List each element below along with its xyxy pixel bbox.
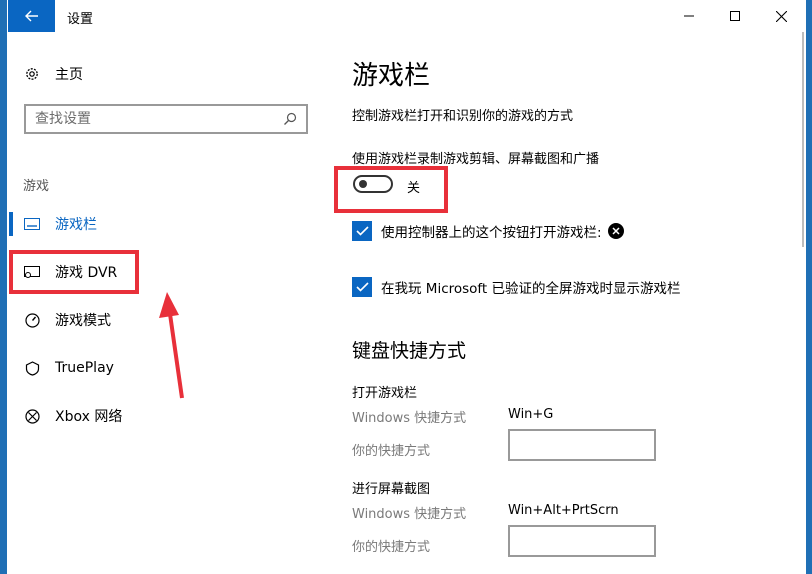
xbox-network-icon <box>23 407 41 425</box>
back-arrow-icon <box>24 10 38 22</box>
record-toggle[interactable] <box>353 175 393 193</box>
custom-shortcut-label: 你的快捷方式 <box>352 444 431 459</box>
title-bar: 设置 <box>7 0 806 32</box>
keyboard-shortcuts-title: 键盘快捷方式 <box>352 340 467 362</box>
gamebar-icon <box>23 215 41 233</box>
back-button[interactable] <box>8 0 55 32</box>
windows-shortcut-value: Win+Alt+PrtScrn <box>508 503 619 518</box>
search-input[interactable] <box>26 105 280 133</box>
close-button[interactable] <box>758 0 804 32</box>
search-box[interactable] <box>24 104 308 134</box>
toggle-knob <box>359 180 367 188</box>
sidebar: 主页 游戏 游戏栏 游戏 DVR 游戏模式 <box>7 32 327 574</box>
checkbox-controller[interactable] <box>352 221 372 241</box>
sidebar-item-label: 游戏 DVR <box>55 265 118 281</box>
page-description: 控制游戏栏打开和识别你的游戏的方式 <box>352 109 574 124</box>
scrollbar[interactable] <box>802 32 804 247</box>
toggle-label: 使用游戏栏录制游戏剪辑、屏幕截图和广播 <box>352 152 600 167</box>
main-content: 游戏栏 控制游戏栏打开和识别你的游戏的方式 使用游戏栏录制游戏剪辑、屏幕截图和广… <box>337 32 797 574</box>
window-title: 设置 <box>67 12 94 27</box>
checkmark-icon <box>355 226 369 236</box>
home-label: 主页 <box>55 67 83 83</box>
custom-shortcut-label: 你的快捷方式 <box>352 540 431 555</box>
sidebar-item-trueplay[interactable]: TruePlay <box>7 356 327 380</box>
section-label: 游戏 <box>23 179 50 194</box>
shortcut-heading: 进行屏幕截图 <box>352 482 431 497</box>
windows-shortcut-label: Windows 快捷方式 <box>352 507 467 522</box>
minimize-button[interactable] <box>666 0 712 32</box>
home-link[interactable]: 主页 <box>23 64 83 84</box>
sidebar-item-label: 游戏模式 <box>55 313 111 329</box>
trueplay-icon <box>23 359 41 377</box>
search-icon[interactable] <box>280 112 300 126</box>
windows-shortcut-label: Windows 快捷方式 <box>352 411 467 426</box>
dvr-icon <box>23 263 41 281</box>
sidebar-item-xbox-network[interactable]: Xbox 网络 <box>7 404 327 428</box>
custom-shortcut-input[interactable] <box>508 525 656 557</box>
windows-shortcut-value: Win+G <box>508 407 554 422</box>
page-title: 游戏栏 <box>352 61 431 91</box>
xbox-button-icon <box>607 223 624 239</box>
sidebar-item-gamemode[interactable]: 游戏模式 <box>7 308 327 332</box>
custom-shortcut-input[interactable] <box>508 429 656 461</box>
sidebar-item-label: 游戏栏 <box>55 217 97 233</box>
checkbox-label: 使用控制器上的这个按钮打开游戏栏: <box>381 225 602 241</box>
sidebar-item-label: TruePlay <box>55 360 114 376</box>
checkbox-row-fullscreen[interactable]: 在我玩 Microsoft 已验证的全屏游戏时显示游戏栏 <box>352 277 681 297</box>
gamemode-icon <box>23 311 41 329</box>
close-icon <box>775 10 787 22</box>
maximize-icon <box>730 11 740 21</box>
minimize-icon <box>684 15 694 17</box>
gear-icon <box>23 65 41 83</box>
sidebar-item-label: Xbox 网络 <box>55 409 123 425</box>
sidebar-item-dvr[interactable]: 游戏 DVR <box>7 260 327 284</box>
checkbox-label: 在我玩 Microsoft 已验证的全屏游戏时显示游戏栏 <box>381 281 681 297</box>
checkbox-fullscreen[interactable] <box>352 277 372 297</box>
maximize-button[interactable] <box>712 0 758 32</box>
shortcut-heading: 打开游戏栏 <box>352 386 418 401</box>
toggle-state: 关 <box>407 181 421 196</box>
sidebar-item-gamebar[interactable]: 游戏栏 <box>7 212 327 236</box>
checkmark-icon <box>355 282 369 292</box>
checkbox-row-controller[interactable]: 使用控制器上的这个按钮打开游戏栏: <box>352 221 624 241</box>
settings-window: 设置 主页 游戏 游戏栏 <box>7 0 806 574</box>
